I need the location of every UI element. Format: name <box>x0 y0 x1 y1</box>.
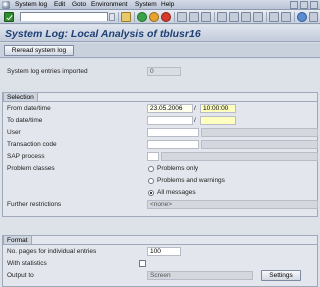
toolbar-separator <box>214 12 215 22</box>
sap-process-input[interactable] <box>147 152 159 161</box>
with-statistics-label: With statistics <box>7 260 47 267</box>
toolbar-separator <box>266 12 267 22</box>
pages-label: No. pages for individual entries <box>7 248 97 255</box>
entries-imported-label: System log entries imported <box>7 68 88 75</box>
settings-button[interactable]: Settings <box>261 270 301 281</box>
menu-bar: System log Edit Goto Environment System … <box>0 0 320 10</box>
with-statistics-checkbox[interactable] <box>139 260 146 267</box>
problems-only-label: Problems only <box>157 165 199 172</box>
main-content: System log entries imported 0 Selection … <box>0 59 320 287</box>
command-field[interactable] <box>20 12 108 21</box>
from-datetime-label: From date/time <box>7 105 51 112</box>
to-date-input[interactable] <box>147 116 193 125</box>
to-time-input[interactable] <box>200 116 236 125</box>
further-restrictions-value[interactable]: <none> <box>147 200 318 209</box>
maximize-icon[interactable] <box>300 1 308 9</box>
command-input[interactable] <box>21 13 107 21</box>
standard-toolbar <box>0 10 320 24</box>
transaction-code-label: Transaction code <box>7 141 57 148</box>
layout-menu-icon[interactable] <box>309 12 318 22</box>
selection-group-title: Selection <box>3 92 38 101</box>
minimize-icon[interactable] <box>290 1 298 9</box>
pages-input[interactable]: 100 <box>147 247 181 256</box>
to-datetime-separator: / <box>194 117 196 124</box>
next-page-icon[interactable] <box>241 12 251 22</box>
page-title: System Log: Local Analysis of tblusr16 <box>5 28 201 40</box>
previous-page-icon[interactable] <box>229 12 239 22</box>
from-datetime-separator: / <box>194 105 196 112</box>
menu-item-help[interactable]: Help <box>161 1 174 8</box>
transaction-code-description <box>201 140 318 149</box>
all-messages-radio[interactable] <box>148 190 154 196</box>
user-label: User <box>7 129 21 136</box>
reread-system-log-button[interactable]: Reread system log <box>4 45 74 56</box>
new-session-icon[interactable] <box>269 12 279 22</box>
enter-check-icon[interactable] <box>4 12 14 22</box>
output-to-value: Screen <box>147 271 253 280</box>
selection-group-divider <box>3 101 317 102</box>
title-bar: System Log: Local Analysis of tblusr16 <box>0 25 320 42</box>
user-input[interactable] <box>147 128 199 137</box>
format-group-title: Format <box>3 235 32 244</box>
save-icon[interactable] <box>121 12 131 22</box>
problem-classes-label: Problem classes <box>7 165 55 172</box>
output-to-label: Output to <box>7 272 34 279</box>
find-icon[interactable] <box>189 12 199 22</box>
further-restrictions-label: Further restrictions <box>7 201 62 208</box>
find-next-icon[interactable] <box>201 12 211 22</box>
toolbar-separator <box>294 12 295 22</box>
format-group-divider <box>3 244 317 245</box>
problems-and-warnings-radio[interactable] <box>148 178 154 184</box>
back-icon[interactable] <box>137 12 147 22</box>
menu-item-edit[interactable]: Edit <box>54 1 65 8</box>
sap-menu-icon[interactable] <box>2 1 10 9</box>
close-icon[interactable] <box>310 1 318 9</box>
menu-item-system-log[interactable]: System log <box>15 1 47 8</box>
exit-icon[interactable] <box>149 12 159 22</box>
menu-item-environment[interactable]: Environment <box>91 1 128 8</box>
shortcut-icon[interactable] <box>281 12 291 22</box>
sap-process-description <box>161 152 318 161</box>
application-toolbar: Reread system log <box>0 43 320 58</box>
from-date-input[interactable]: 23.05.2006 <box>147 104 193 113</box>
from-time-input[interactable]: 10:00:00 <box>200 104 236 113</box>
sap-process-label: SAP process <box>7 153 45 160</box>
toolbar-separator <box>134 12 135 22</box>
menu-item-system[interactable]: System <box>135 1 157 8</box>
toolbar-separator <box>174 12 175 22</box>
first-page-icon[interactable] <box>217 12 227 22</box>
transaction-code-input[interactable] <box>147 140 199 149</box>
print-icon[interactable] <box>177 12 187 22</box>
all-messages-label: All messages <box>157 189 196 196</box>
cancel-icon[interactable] <box>161 12 171 22</box>
menu-item-goto[interactable]: Goto <box>72 1 86 8</box>
last-page-icon[interactable] <box>253 12 263 22</box>
toolbar-separator <box>118 12 119 22</box>
problems-and-warnings-label: Problems and warnings <box>157 177 225 184</box>
to-datetime-label: To date/time <box>7 117 43 124</box>
entries-imported-value: 0 <box>147 67 181 76</box>
user-description <box>201 128 318 137</box>
problems-only-radio[interactable] <box>148 166 154 172</box>
help-icon[interactable] <box>297 12 307 22</box>
command-history-dropdown-icon[interactable] <box>109 13 115 21</box>
